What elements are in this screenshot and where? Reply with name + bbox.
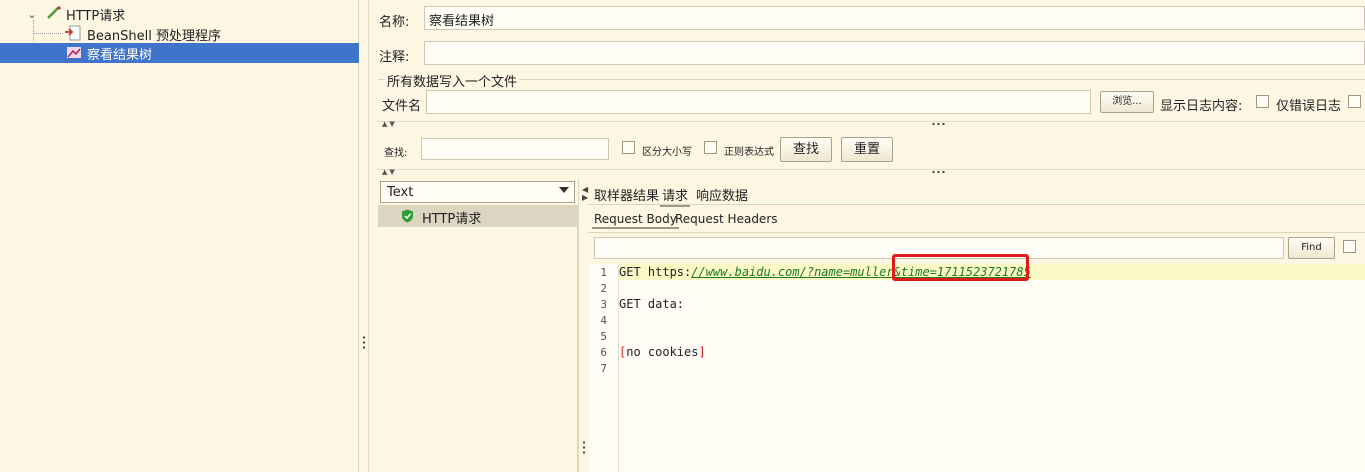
- line-number-gutter: 1 2 3 4 5 6 7: [589, 264, 619, 472]
- line-number: 1: [600, 266, 607, 279]
- sample-result-list: [378, 205, 578, 472]
- code-line-3: GET data:: [619, 297, 685, 311]
- browse-button[interactable]: 浏览...: [1100, 91, 1154, 113]
- tab-divider: [588, 204, 1365, 205]
- name-input[interactable]: 察看结果树: [424, 6, 1365, 30]
- tree-item-label: BeanShell 预处理程序: [87, 28, 221, 44]
- renderer-value: Text: [387, 185, 414, 200]
- tree-item-http-request[interactable]: ⌄ HTTP请求: [26, 4, 125, 24]
- tab-response-data[interactable]: 响应数据: [694, 184, 750, 205]
- test-plan-tree: ⌄ HTTP请求 BeanShell 预处理程序 察看结果树: [0, 0, 359, 472]
- highlight-annotation-box: [892, 254, 1029, 281]
- tab-request-headers[interactable]: Request Headers: [673, 211, 780, 227]
- search-label: 查找:: [384, 148, 408, 159]
- sample-label: HTTP请求: [422, 212, 482, 227]
- collapse-bar-bottom[interactable]: ▲▼: [378, 168, 1365, 176]
- grip-icon: [931, 122, 945, 126]
- dropdown-arrow-icon[interactable]: [559, 187, 569, 193]
- splitter-grip-icon: [362, 335, 366, 349]
- comment-input[interactable]: [424, 41, 1365, 65]
- comment-label: 注释:: [379, 50, 410, 65]
- request-method-url: GET https:: [619, 265, 692, 279]
- section-title: 所有数据写入一个文件: [385, 71, 520, 90]
- tree-item-beanshell[interactable]: BeanShell 预处理程序: [64, 24, 221, 44]
- successes-only-checkbox[interactable]: [1348, 95, 1361, 108]
- section-border: [378, 79, 1365, 80]
- tree-item-label: 察看结果树: [87, 47, 153, 63]
- line-number: 3: [600, 298, 607, 311]
- preprocessor-icon: [64, 25, 82, 44]
- listener-icon: [66, 45, 82, 62]
- tab-sampler-result[interactable]: 取样器结果: [592, 184, 661, 205]
- grip-icon: [931, 170, 945, 174]
- reset-button[interactable]: 重置: [841, 137, 893, 162]
- case-sensitive-label: 区分大小写: [642, 147, 692, 158]
- regex-checkbox[interactable]: [704, 141, 717, 154]
- tab-request-body[interactable]: Request Body: [592, 211, 679, 229]
- line-number: 7: [600, 362, 607, 375]
- vertical-splitter[interactable]: [359, 0, 369, 472]
- renderer-select[interactable]: Text: [380, 181, 575, 203]
- tree-item-label: HTTP请求: [66, 8, 126, 24]
- filename-input[interactable]: [426, 90, 1091, 114]
- collapse-arrows-icon[interactable]: ▲▼: [382, 168, 397, 176]
- regex-label: 正则表达式: [724, 147, 774, 158]
- body-find-button[interactable]: Find: [1288, 237, 1335, 259]
- line-number: 4: [600, 314, 607, 327]
- errors-only-checkbox[interactable]: [1256, 95, 1269, 108]
- request-body-editor[interactable]: [589, 264, 1365, 472]
- log-content-label: 显示日志内容:: [1160, 99, 1243, 114]
- search-input[interactable]: [421, 138, 609, 160]
- cookies-text: no cookies: [626, 345, 699, 359]
- body-case-checkbox[interactable]: [1343, 240, 1356, 253]
- splitter-grip-icon: [582, 440, 586, 454]
- errors-only-label: 仅错误日志: [1276, 99, 1342, 114]
- filename-label: 文件名: [382, 99, 422, 114]
- success-shield-icon: [401, 209, 414, 226]
- name-label: 名称:: [379, 15, 410, 30]
- line-number: 6: [600, 346, 607, 359]
- line-number: 2: [600, 282, 607, 295]
- chevron-down-icon[interactable]: ⌄: [26, 8, 38, 21]
- code-line-6: [no cookies]: [619, 345, 706, 359]
- tree-item-result-tree[interactable]: 察看结果树: [0, 43, 359, 63]
- bracket-close: ]: [698, 345, 706, 359]
- case-sensitive-checkbox[interactable]: [622, 141, 635, 154]
- sample-result-item[interactable]: HTTP请求: [378, 205, 578, 227]
- find-button[interactable]: 查找: [780, 137, 832, 162]
- results-splitter[interactable]: ◀ ▶: [578, 178, 588, 472]
- collapse-bar-top[interactable]: ▲▼: [378, 120, 1365, 128]
- splitter-arrows-icon[interactable]: ◀ ▶: [582, 186, 588, 202]
- subtab-divider: [588, 232, 1365, 233]
- pipette-icon: [46, 5, 62, 23]
- line-number: 5: [600, 330, 607, 343]
- collapse-arrows-icon[interactable]: ▲▼: [382, 120, 397, 128]
